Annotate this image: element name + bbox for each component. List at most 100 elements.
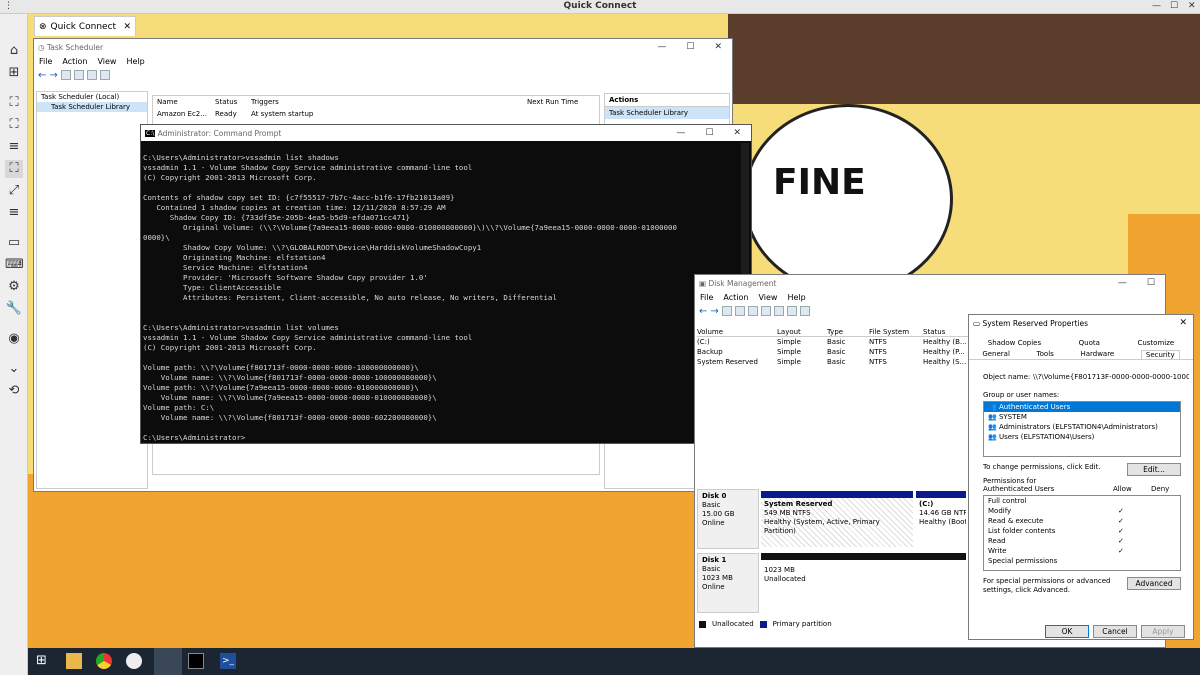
menu-help[interactable]: Help xyxy=(126,57,144,66)
menu-file[interactable]: File xyxy=(39,57,52,66)
properties-dialog[interactable]: ▭ System Reserved Properties ✕ Shadow Co… xyxy=(968,314,1194,640)
minimize-icon[interactable]: — xyxy=(657,42,666,52)
table-row[interactable]: System Reserved Simple Basic NTFS Health… xyxy=(697,357,972,367)
tab-tools[interactable]: Tools xyxy=(1037,350,1054,359)
toolbar-icon[interactable] xyxy=(721,306,732,316)
camera-icon[interactable]: ◉ xyxy=(5,330,23,348)
close-icon[interactable]: ✕ xyxy=(714,42,722,52)
actions-item[interactable]: Task Scheduler Library xyxy=(605,107,729,119)
col-status[interactable]: Status xyxy=(215,98,251,106)
task-scheduler-icon[interactable] xyxy=(126,653,142,669)
table-row[interactable]: Amazon Ec2... Ready At system startup xyxy=(153,108,599,120)
chrome-icon[interactable] xyxy=(96,653,112,669)
group-item[interactable]: 👥 Administrators (ELFSTATION4\Administra… xyxy=(984,422,1180,432)
col-next-run[interactable]: Next Run Time xyxy=(527,98,578,106)
forward-icon[interactable]: → xyxy=(49,70,57,81)
keyboard-icon[interactable]: ⌨ xyxy=(5,256,24,274)
close-icon[interactable]: ✕ xyxy=(1188,1,1196,11)
powershell-icon[interactable]: >_ xyxy=(220,653,236,669)
menu-view[interactable]: View xyxy=(97,57,116,66)
maximize-icon[interactable]: ☐ xyxy=(705,128,713,138)
display-icon[interactable]: ▭ xyxy=(5,234,23,252)
group-item[interactable]: 👥 SYSTEM xyxy=(984,412,1180,422)
fit-screen-icon[interactable]: ⛶ xyxy=(5,94,23,112)
scale-icon[interactable]: ⛶ xyxy=(5,160,23,178)
partition-c[interactable]: (C:) 14.46 GB NTFS Healthy (Boot, xyxy=(916,491,966,547)
apply-button[interactable]: Apply xyxy=(1141,625,1185,638)
help-icon[interactable] xyxy=(747,306,758,316)
col-triggers[interactable]: Triggers xyxy=(251,98,527,106)
permissions-list[interactable]: Full control Modify ✓ Read & execute ✓ List f… xyxy=(983,495,1181,571)
tree-library[interactable]: Task Scheduler Library xyxy=(37,102,147,112)
tab-hardware[interactable]: Hardware xyxy=(1080,350,1114,359)
minimize-icon[interactable]: — xyxy=(676,128,685,138)
help-icon[interactable] xyxy=(86,70,97,80)
maximize-icon[interactable]: ☐ xyxy=(686,42,694,52)
group-item[interactable]: 👥 Authenticated Users xyxy=(984,402,1180,412)
close-tab-icon[interactable]: ✕ xyxy=(123,22,131,32)
menu-file[interactable]: File xyxy=(700,293,713,302)
disconnect-icon[interactable]: ⟲ xyxy=(5,382,23,400)
edit-button[interactable]: Edit... xyxy=(1127,463,1181,476)
group-list[interactable]: 👥 Authenticated Users 👥 SYSTEM 👥 Adminis… xyxy=(983,401,1181,457)
toolbar-icon[interactable] xyxy=(734,306,745,316)
toolbar-icon[interactable] xyxy=(786,306,797,316)
partition-unallocated[interactable]: 1023 MB Unallocated xyxy=(761,553,966,611)
back-icon[interactable]: ← xyxy=(38,70,46,81)
maximize-icon[interactable]: ☐ xyxy=(1147,278,1155,288)
menu-help[interactable]: Help xyxy=(787,293,805,302)
chevron-down-icon[interactable]: ⌄ xyxy=(5,360,23,378)
col-filesystem[interactable]: File System xyxy=(869,328,923,336)
close-icon[interactable]: ✕ xyxy=(733,128,741,138)
tab-general[interactable]: General xyxy=(982,350,1010,359)
menu-view[interactable]: View xyxy=(758,293,777,302)
folder-icon[interactable] xyxy=(60,70,71,80)
col-name[interactable]: Name xyxy=(153,98,215,106)
menu-action[interactable]: Action xyxy=(62,57,87,66)
col-type[interactable]: Type xyxy=(827,328,869,336)
col-layout[interactable]: Layout xyxy=(777,328,827,336)
settings-icon[interactable]: ⚙ xyxy=(5,278,23,296)
toolbar-icon[interactable] xyxy=(760,306,771,316)
partition-system-reserved[interactable]: System Reserved 549 MB NTFS Healthy (Sys… xyxy=(761,491,913,547)
expand-icon[interactable]: ⤢ xyxy=(5,182,23,200)
file-explorer-icon[interactable] xyxy=(66,653,82,669)
minimize-icon[interactable]: — xyxy=(1152,1,1161,11)
menu-icon[interactable]: ≡ xyxy=(5,138,23,156)
cancel-button[interactable]: Cancel xyxy=(1093,625,1137,638)
toolbar-icon[interactable] xyxy=(773,306,784,316)
tab-shadow-copies[interactable]: Shadow Copies xyxy=(988,339,1041,347)
tab-customize[interactable]: Customize xyxy=(1137,339,1174,347)
advanced-button[interactable]: Advanced xyxy=(1127,577,1181,590)
disk1-label[interactable]: Disk 1 Basic 1023 MB Online xyxy=(697,553,759,613)
group-item[interactable]: 👥 Users (ELFSTATION4\Users) xyxy=(984,432,1180,442)
disk-management-taskbar-icon[interactable] xyxy=(154,648,182,675)
table-row[interactable]: (C:) Simple Basic NTFS Healthy (B... xyxy=(697,337,972,347)
toolbar-icon[interactable] xyxy=(799,306,810,316)
wrench-icon[interactable]: 🔧 xyxy=(5,300,23,318)
table-row[interactable]: Backup Simple Basic NTFS Healthy (P... xyxy=(697,347,972,357)
properties-icon[interactable] xyxy=(73,70,84,80)
ok-button[interactable]: OK xyxy=(1045,625,1089,638)
cmd-taskbar-icon[interactable] xyxy=(188,653,204,669)
fullscreen-icon[interactable]: ⛶ xyxy=(5,116,23,134)
maximize-icon[interactable]: ☐ xyxy=(1170,1,1178,11)
tab-quick-connect[interactable]: ⊗ Quick Connect ✕ xyxy=(34,16,136,36)
disk0-label[interactable]: Disk 0 Basic 15.00 GB Online xyxy=(697,489,759,549)
console-output[interactable]: C:\Users\Administrator>vssadmin list sha… xyxy=(141,141,751,443)
col-volume[interactable]: Volume xyxy=(697,328,777,336)
windows-start-icon[interactable]: ⊞ xyxy=(36,653,52,669)
close-icon[interactable]: ✕ xyxy=(1179,318,1193,328)
forward-icon[interactable]: → xyxy=(710,306,718,317)
command-prompt-window[interactable]: C:\ Administrator: Command Prompt — ☐ ✕ C:… xyxy=(140,124,752,444)
list-icon[interactable]: ≡ xyxy=(5,204,23,222)
app-menu-icon[interactable]: ⋮ xyxy=(4,1,13,11)
new-tab-icon[interactable]: ⊞ xyxy=(5,64,23,82)
tree-root[interactable]: Task Scheduler (Local) xyxy=(37,92,147,102)
home-icon[interactable]: ⌂ xyxy=(5,42,23,60)
minimize-icon[interactable]: — xyxy=(1118,278,1127,288)
tab-quota[interactable]: Quota xyxy=(1079,339,1100,347)
back-icon[interactable]: ← xyxy=(699,306,707,317)
tab-security[interactable]: Security xyxy=(1140,350,1180,359)
menu-action[interactable]: Action xyxy=(723,293,748,302)
